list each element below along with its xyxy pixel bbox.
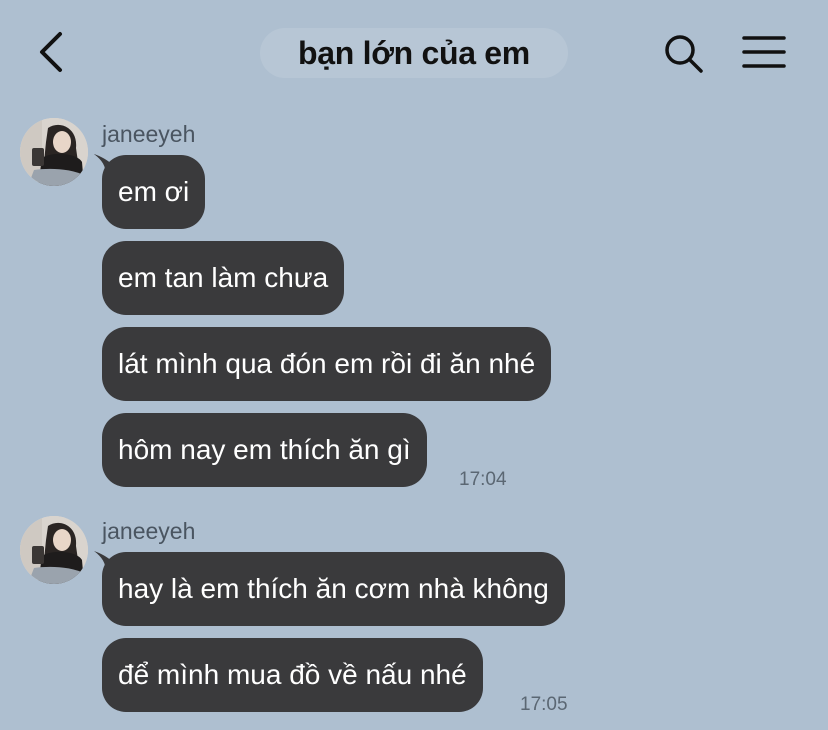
search-icon [665, 35, 703, 73]
message-bubble[interactable]: em tan làm chưa [102, 241, 345, 315]
avatar-photo [20, 118, 88, 186]
chevron-left-icon [40, 32, 62, 72]
chat-title[interactable]: bạn lớn của em [200, 30, 628, 76]
message-bubble[interactable]: hay là em thích ăn cơm nhà không [102, 552, 565, 626]
back-button[interactable] [30, 28, 74, 76]
menu-button[interactable] [740, 33, 788, 73]
message-timestamp: 17:05 [520, 694, 568, 715]
avatar-photo [20, 516, 88, 584]
chat-header: bạn lớn của em [0, 0, 828, 105]
message-bubble[interactable]: em ơi [102, 155, 206, 229]
sender-name: janeeyeh [102, 518, 196, 544]
message-bubble[interactable]: hôm nay em thích ăn gì [102, 413, 427, 487]
message-bubble[interactable]: lát mình qua đón em rồi đi ăn nhé [102, 327, 552, 401]
search-button[interactable] [660, 30, 706, 76]
hamburger-menu-icon [742, 36, 786, 68]
sender-name: janeeyeh [102, 121, 196, 147]
message-bubble[interactable]: để mình mua đồ về nấu nhé [102, 638, 483, 712]
message-timestamp: 17:04 [459, 469, 507, 490]
avatar[interactable] [20, 516, 88, 584]
avatar[interactable] [20, 118, 88, 186]
